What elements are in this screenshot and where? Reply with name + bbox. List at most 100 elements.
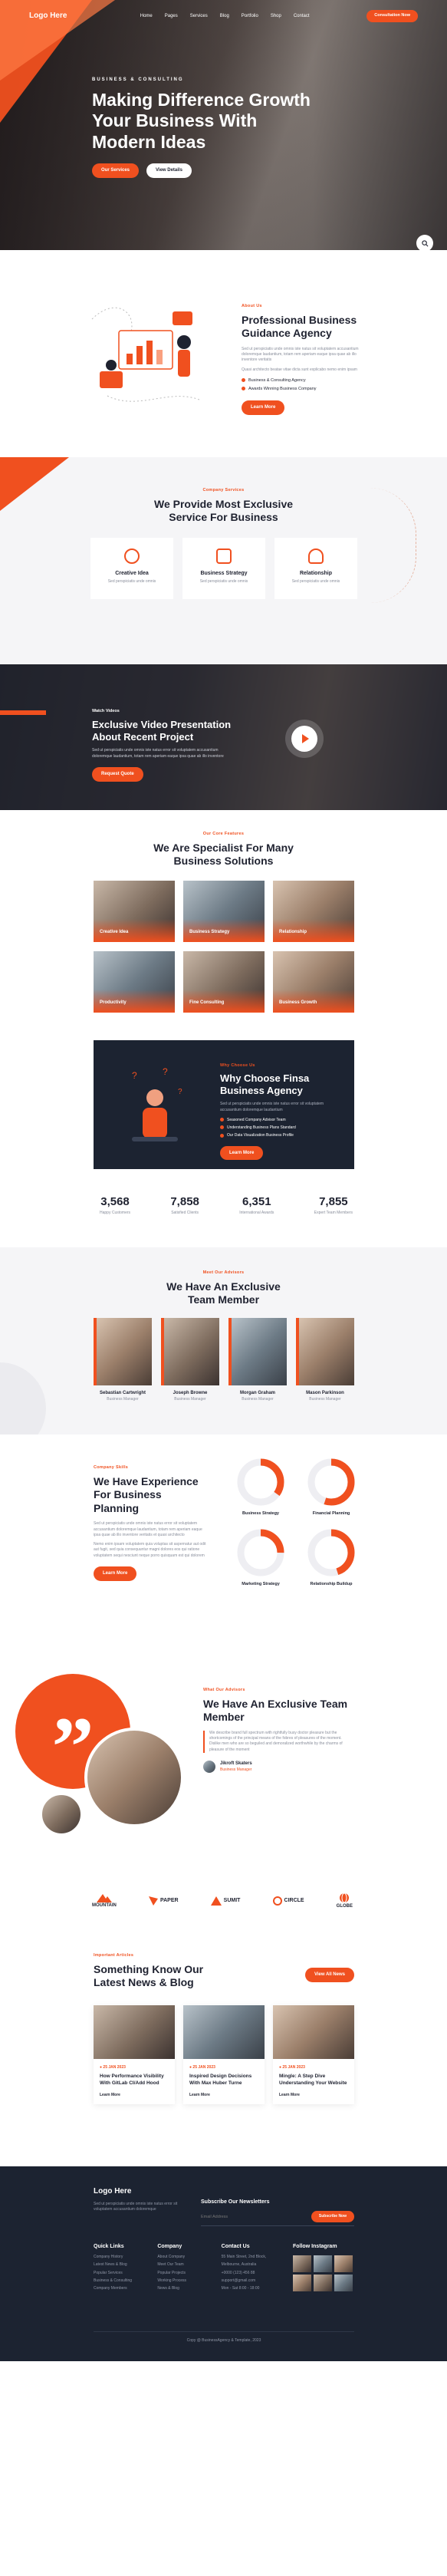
news-learn-more-link[interactable]: Learn More (279, 2093, 348, 2098)
stats-section: 3,568 Happy Customers 7,858 Satisfied Clie… (0, 1186, 447, 1247)
copyright: Copy @ BusinessAgency & Template, 2023 (186, 2338, 261, 2343)
footer-column-title: Follow Instagram (292, 2244, 337, 2249)
hero-eyebrow: BUSINESS & CONSULTING (92, 77, 184, 82)
brand-logo-globe[interactable]: GLOBE (337, 1892, 353, 1910)
service-card-text: Sed perspiciatis unde omnis (107, 579, 156, 585)
brand-logo-mountain[interactable]: MOUNTAIN (92, 1893, 117, 1909)
instagram-photo[interactable] (334, 2255, 353, 2273)
instagram-grid (292, 2255, 354, 2292)
stat-value: 3,568 (100, 1195, 130, 1208)
team-grid: Sebastian Cartwright Business Manager Jos… (94, 1318, 354, 1402)
footer-link[interactable]: Company Members (94, 2286, 147, 2291)
team-card[interactable]: Sebastian Cartwright Business Manager (94, 1318, 152, 1402)
hero-details-button[interactable]: View Details (146, 163, 192, 179)
why-list-item: Understanding Business Plans Standard (220, 1125, 335, 1131)
footer-link[interactable]: Business & Consulting (94, 2278, 147, 2284)
about-title: Professional Business Guidance Agency (242, 313, 357, 340)
stat-label: Satisfied Clients (171, 1210, 199, 1215)
team-role: Business Manager (242, 1396, 274, 1402)
footer-logo[interactable]: Logo Here (94, 2186, 178, 2198)
news-grid: ● 25 JAN 2023 How Performance Visibility … (94, 2005, 354, 2105)
stat-value: 7,855 (319, 1195, 348, 1208)
footer-link[interactable]: Meet Our Team (157, 2262, 211, 2268)
video-play-button[interactable] (291, 726, 317, 752)
why-section: ? ? ? Why Choose Us Why Choose Finsa Bus… (0, 1033, 447, 1186)
specialist-card[interactable]: Productivity (94, 951, 175, 1013)
specialist-card[interactable]: Creative Idea (94, 881, 175, 942)
footer-link[interactable]: About Company (157, 2255, 211, 2260)
nav-item-home[interactable]: Home (140, 13, 153, 20)
brand-logo-circle[interactable]: CIRCLE (272, 1896, 304, 1906)
nav-cta-button[interactable]: Consultation Now (366, 10, 418, 22)
service-card[interactable]: Creative Idea Sed perspiciatis unde omni… (90, 538, 173, 599)
specialist-card[interactable]: Fine Consulting (183, 951, 265, 1013)
avatar (203, 1760, 215, 1773)
team-name: Joseph Browne (173, 1391, 208, 1395)
brand-logo-paper[interactable]: PAPER (148, 1896, 179, 1906)
team-name: Mason Parkinson (306, 1391, 344, 1395)
service-card[interactable]: Business Strategy Sed perspiciatis unde … (182, 538, 265, 599)
footer-link[interactable]: Company History (94, 2255, 147, 2260)
video-content: Watch Videos Exclusive Video Presentatio… (92, 709, 238, 782)
specialist-card-title: Productivity (100, 1000, 127, 1006)
instagram-photo[interactable] (292, 2255, 311, 2273)
instagram-photo[interactable] (334, 2275, 353, 2292)
nav-item-pages[interactable]: Pages (165, 13, 178, 20)
circle-icon (272, 1896, 282, 1906)
footer-link[interactable]: News & Blog (157, 2286, 211, 2291)
specialist-card[interactable]: Business Strategy (183, 881, 265, 942)
team-role: Business Manager (309, 1396, 341, 1402)
footer-link[interactable]: Popular Services (94, 2271, 147, 2276)
progress-chart: Marketing Strategy (230, 1528, 291, 1588)
team-card[interactable]: Mason Parkinson Business Manager (296, 1318, 354, 1402)
specialist-eyebrow: Our Core Features (202, 832, 245, 836)
why-dark-box: ? ? ? Why Choose Us Why Choose Finsa Bus… (94, 1040, 354, 1169)
specialist-card[interactable]: Business Growth (273, 951, 354, 1013)
news-card[interactable]: ● 25 JAN 2023 Mingle: A Step Dive Underst… (273, 2005, 354, 2105)
newsletter-email-input[interactable] (201, 2214, 311, 2219)
hero-section: Logo Here Home Pages Services Blog Portf… (0, 0, 447, 250)
instagram-photo[interactable] (292, 2275, 311, 2292)
footer-link[interactable]: Latest News & Blog (94, 2262, 147, 2268)
nav-item-shop[interactable]: Shop (271, 13, 281, 20)
news-image (183, 2005, 265, 2059)
news-learn-more-link[interactable]: Learn More (100, 2093, 169, 2098)
why-learn-more-button[interactable]: Learn More (220, 1145, 264, 1161)
hero-search-button[interactable] (416, 235, 433, 250)
footer-contact-line[interactable]: +0000 (123) 456 88 (222, 2271, 283, 2276)
nav-item-portfolio[interactable]: Portfolio (242, 13, 258, 20)
nav-item-services[interactable]: Services (190, 13, 208, 20)
about-learn-more-button[interactable]: Learn More (242, 400, 285, 415)
service-card[interactable]: Relationship Sed perspiciatis unde omnis (274, 538, 357, 599)
thinking-person-illustration: ? ? ? (132, 1066, 182, 1141)
news-learn-more-link[interactable]: Learn More (189, 2093, 258, 2098)
team-card[interactable]: Joseph Browne Business Manager (161, 1318, 219, 1402)
instagram-photo[interactable] (313, 2275, 332, 2292)
services-eyebrow: Company Services (202, 488, 245, 492)
video-quote-button[interactable]: Request Quote (92, 766, 143, 782)
team-card[interactable]: Morgan Graham Business Manager (228, 1318, 287, 1402)
hero-services-button[interactable]: Our Services (92, 163, 140, 179)
svg-text:?: ? (132, 1070, 137, 1081)
nav-item-blog[interactable]: Blog (220, 13, 229, 20)
instagram-photo[interactable] (313, 2255, 332, 2273)
about-text-2: Quasi architecto beatae vitae dicta sunt… (242, 367, 357, 372)
view-all-news-button[interactable]: View All News (304, 1968, 354, 1982)
footer-contact-line[interactable]: support@gmail.com (222, 2278, 283, 2284)
stats-row: 3,568 Happy Customers 7,858 Satisfied Clie… (100, 1194, 353, 1216)
footer-link[interactable]: Popular Projects (157, 2271, 211, 2276)
service-card-text: Sed perspiciatis unde omnis (199, 579, 248, 585)
nav-item-contact[interactable]: Contact (294, 13, 310, 20)
news-image (273, 2005, 354, 2059)
footer-link[interactable]: Working Process (157, 2278, 211, 2284)
subscribe-button[interactable]: Subscribe Now (311, 2211, 354, 2223)
specialist-card[interactable]: Relationship (273, 881, 354, 942)
footer-column: Quick Links Company History Latest News &… (94, 2243, 147, 2291)
footer-top: Logo Here Sed ut perspiciatis unde omnis … (94, 2186, 354, 2227)
service-card-title: Creative Idea (115, 571, 149, 576)
service-card-title: Business Strategy (200, 571, 248, 576)
planning-learn-more-button[interactable]: Learn More (94, 1566, 137, 1581)
news-card[interactable]: ● 25 JAN 2023 Inspired Design Decisions W… (183, 2005, 265, 2105)
brand-logo-sumit[interactable]: SUMIT (210, 1896, 240, 1906)
news-card[interactable]: ● 25 JAN 2023 How Performance Visibility … (94, 2005, 175, 2105)
